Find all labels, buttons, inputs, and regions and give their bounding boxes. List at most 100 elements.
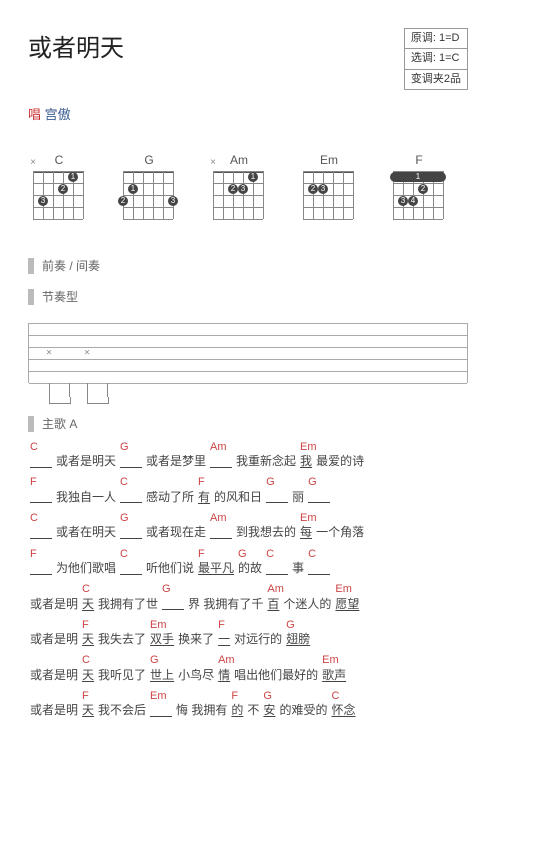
lyric-rest: G [120, 454, 142, 470]
lyric-line: 或者是明F天 我失去了Em双手 换来了F一对远行的G翅膀 [28, 632, 468, 648]
chord-annotation: G [150, 653, 159, 667]
chord-annotation: G [120, 511, 129, 525]
lyric-syllable: G的故 [238, 561, 262, 577]
lyric-syllable: Em愿望 [335, 597, 359, 613]
chord-annotation: G [263, 689, 272, 703]
chord-diagram-am: Am × 1 2 3 [208, 153, 270, 227]
lyric-line: F为他们歌唱C听他们说F最平凡G的故C事C [28, 561, 468, 577]
lyric-syllable: 或者是明 [30, 597, 78, 613]
lyric-syllable: 或者是明 [30, 703, 78, 719]
chord-diagram-f: F 1 2 3 4 [388, 153, 450, 227]
chord-diagram-c: C × 1 2 3 [28, 153, 90, 227]
chord-name: G [118, 153, 180, 167]
chord-annotation: G [238, 547, 247, 561]
lyric-syllable: Am百 [267, 597, 279, 613]
lyric-rest: F [30, 490, 52, 506]
section-label-text: 主歌 A [42, 415, 77, 432]
lyric-syllable: 或者是梦里 [146, 454, 206, 470]
lyric-syllable: Em我 [300, 454, 312, 470]
chord-name: F [388, 153, 450, 167]
lyric-syllable: 的风和日 [214, 490, 262, 506]
chord-grid: 1 2 3 4 [393, 171, 445, 227]
lyric-syllable: 个迷人的 [283, 597, 331, 613]
chord-annotation: F [82, 618, 89, 632]
lyric-rest: C [266, 561, 288, 577]
lyric-syllable: 感动了所 [146, 490, 194, 506]
lyric-syllable: Am情 [218, 668, 230, 684]
lyric-syllable: 我不会后 [98, 703, 146, 719]
chord-annotation: F [30, 547, 37, 561]
chord-diagrams-row: C × 1 2 3 G 1 2 3 Am × 1 2 [28, 153, 468, 227]
lyric-rest: C [30, 454, 52, 470]
lyric-syllable: G世上 [150, 668, 174, 684]
section-bar-icon [28, 289, 34, 305]
lyric-syllable: 一个角落 [316, 525, 364, 541]
lyric-syllable: Em双手 [150, 632, 174, 648]
chord-annotation: F [231, 689, 238, 703]
lyric-syllable: 唱出他们最好的 [234, 668, 318, 684]
chord-annotation: C [266, 547, 274, 561]
lyric-syllable: Em歌声 [322, 668, 346, 684]
chord-annotation: C [30, 511, 38, 525]
lyric-line: 或者是明C天 我拥有了世G界 我拥有了千Am百个迷人的Em愿望 [28, 597, 468, 613]
chord-diagram-g: G 1 2 3 [118, 153, 180, 227]
chord-annotation: C [120, 475, 128, 489]
lyric-rest: G [308, 490, 330, 506]
chord-grid: 2 3 [303, 171, 355, 227]
chord-annotation: F [30, 475, 37, 489]
section-bar-icon [28, 258, 34, 274]
section-verse-a: 主歌 A [28, 415, 468, 432]
lyric-syllable: 我拥有了世 [98, 597, 158, 613]
chord-annotation: Em [300, 440, 317, 454]
lyric-syllable: 换来了 [178, 632, 214, 648]
lyric-syllable: 我听见了 [98, 668, 146, 684]
section-rhythm: 节奏型 [28, 288, 468, 305]
chord-annotation: C [120, 547, 128, 561]
chord-annotation: F [218, 618, 225, 632]
chord-annotation: G [286, 618, 295, 632]
lyric-rest: Am [210, 525, 232, 541]
lyric-syllable: F有 [198, 490, 210, 506]
lyric-rest: Am [210, 454, 232, 470]
chord-annotation: F [198, 475, 205, 489]
chord-annotation: Am [210, 511, 227, 525]
chord-annotation: F [198, 547, 205, 561]
chord-annotation: G [266, 475, 275, 489]
tab-staff: × × [28, 323, 468, 383]
chord-grid: × 1 2 3 [213, 171, 265, 227]
singer-label: 唱 [28, 107, 41, 122]
selected-key: 选调: 1=C [405, 49, 467, 69]
lyric-rest: C [30, 525, 52, 541]
chord-name: Am [208, 153, 270, 167]
lyric-syllable: F天 [82, 703, 94, 719]
chord-annotation: Em [335, 582, 352, 596]
lyric-syllable: C天 [82, 668, 94, 684]
lyric-syllable: 对远行的 [234, 632, 282, 648]
lyric-line: C或者是明天G或者是梦里Am我重新念起Em我最爱的诗 [28, 454, 468, 470]
chord-annotation: C [30, 440, 38, 454]
chord-annotation: Am [210, 440, 227, 454]
section-label-text: 节奏型 [42, 288, 78, 305]
lyric-section: C或者是明天G或者是梦里Am我重新念起Em我最爱的诗F我独自一人C感动了所F有的… [28, 454, 468, 719]
lyric-syllable: 或者是明 [30, 668, 78, 684]
chord-diagram-em: Em 2 3 [298, 153, 360, 227]
lyric-syllable: 我独自一人 [56, 490, 116, 506]
lyric-rest: G [266, 490, 288, 506]
lyric-syllable: G安 [263, 703, 275, 719]
page-title: 或者明天 [28, 28, 124, 63]
lyric-syllable: 小鸟尽 [178, 668, 214, 684]
key-meta-box: 原调: 1=D 选调: 1=C 变调夹2品 [404, 28, 468, 90]
lyric-syllable: 我重新念起 [236, 454, 296, 470]
lyric-syllable: 最爱的诗 [316, 454, 364, 470]
section-intro: 前奏 / 间奏 [28, 257, 468, 274]
lyric-syllable: C天 [82, 597, 94, 613]
chord-annotation: G [308, 475, 317, 489]
chord-annotation: Em [300, 511, 317, 525]
singer-name[interactable]: 宫傲 [45, 107, 71, 122]
lyric-syllable: 为他们歌唱 [56, 561, 116, 577]
singer-row: 唱 宫傲 [28, 104, 468, 123]
chord-annotation: Em [150, 689, 167, 703]
lyric-syllable: 的难受的 [279, 703, 327, 719]
lyric-syllable: 到我想去的 [236, 525, 296, 541]
chord-name: C [28, 153, 90, 167]
